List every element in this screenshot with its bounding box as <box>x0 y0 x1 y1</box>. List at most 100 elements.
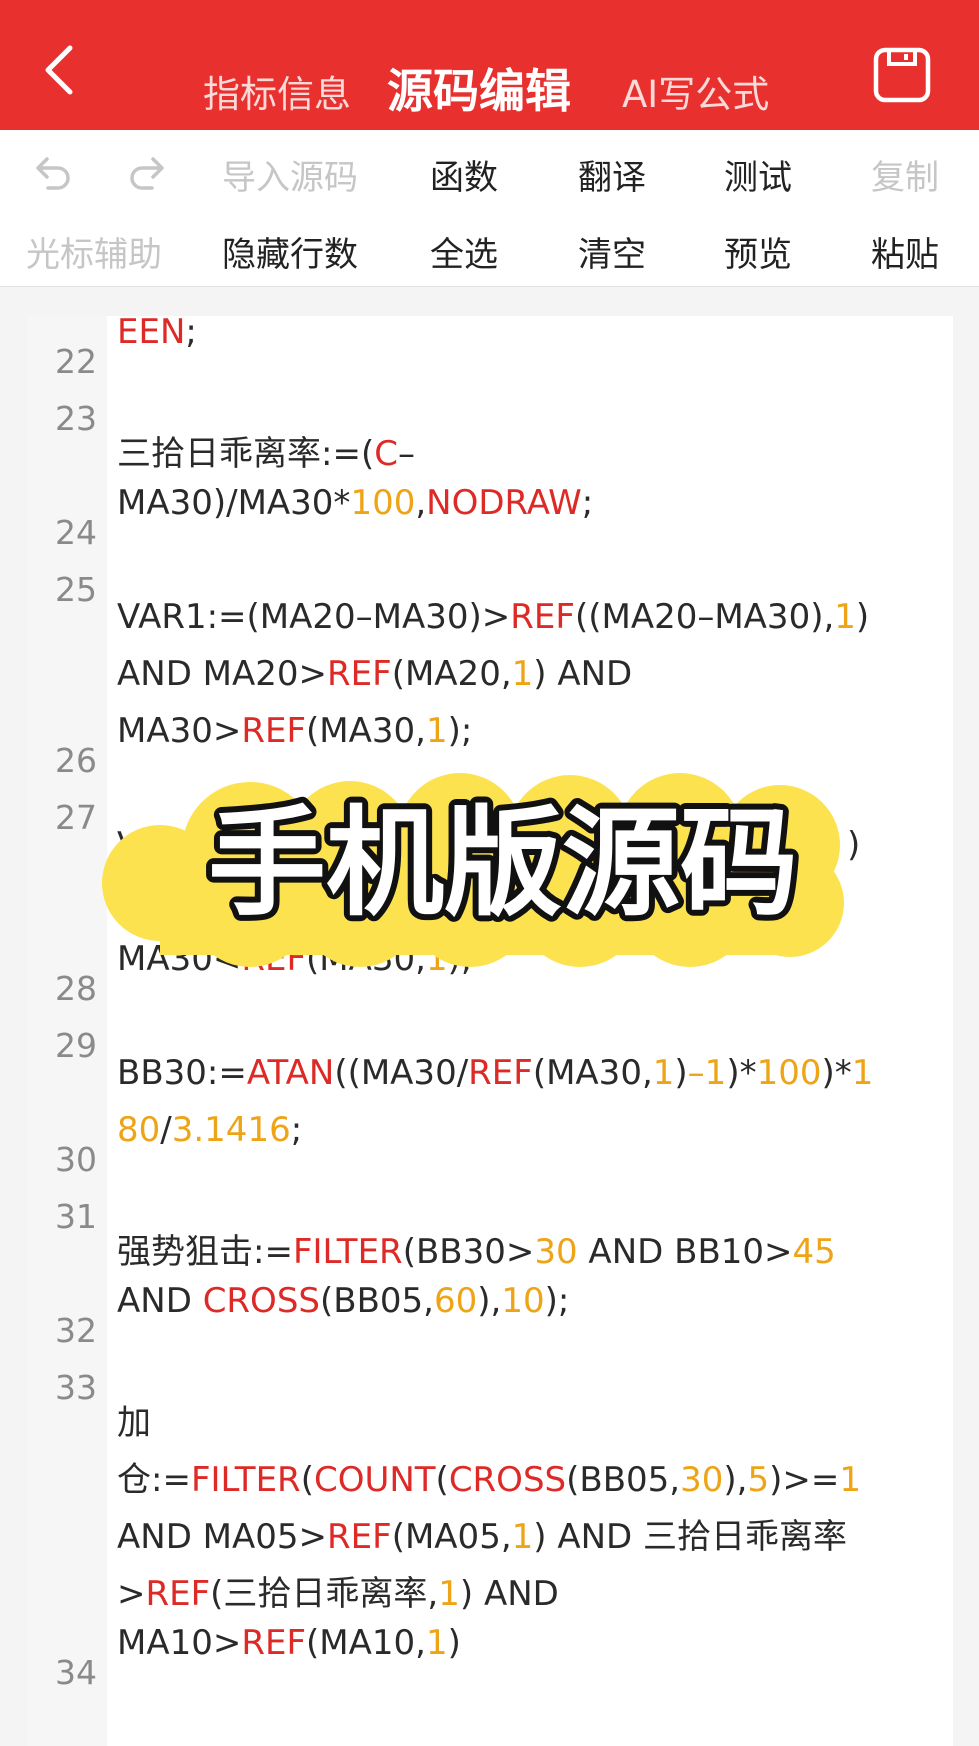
clear-button[interactable]: 清空 <box>578 227 646 276</box>
code-text: AND MA20> <box>117 654 328 694</box>
code-text: AND <box>117 1281 203 1321</box>
code-keyword: CROSS <box>448 1460 567 1500</box>
line-number: 31 <box>55 1197 97 1236</box>
header-bar: 指标信息 源码编辑 AI写公式 <box>0 0 979 130</box>
code-number: 5 <box>747 1460 770 1500</box>
code-editor[interactable]: 22 23 24 25 26 27 28 29 30 31 32 33 34 E… <box>27 312 953 1746</box>
code-text: ) <box>674 1053 688 1093</box>
code-line: 加 <box>117 1395 151 1444</box>
translate-button[interactable]: 翻译 <box>578 150 646 199</box>
code-text: MA30> <box>117 711 242 751</box>
code-line: 强势狙击:=FILTER(BB30>30 AND BB10>45 <box>117 1224 836 1273</box>
code-text: (BB05, <box>566 1460 681 1500</box>
code-text: ; <box>290 1110 303 1150</box>
undo-icon[interactable] <box>30 152 74 192</box>
code-keyword: FILTER <box>190 1460 301 1500</box>
code-line: 仓:=FILTER(COUNT(CROSS(BB05,30),5)>=1 <box>117 1452 861 1501</box>
code-text: ) <box>855 597 870 637</box>
code-text: VAR1:=(MA20–MA30)> <box>117 597 511 637</box>
code-text: (MA10, <box>306 1623 426 1663</box>
code-text: )* <box>821 1053 852 1093</box>
test-button[interactable]: 测试 <box>724 150 792 199</box>
line-number: 25 <box>55 570 97 609</box>
line-number: 32 <box>55 1311 97 1350</box>
line-number: 30 <box>55 1140 97 1179</box>
code-text: BB30:= <box>117 1053 247 1093</box>
code-line: >REF(三拾日乖离率,1) AND <box>117 1566 559 1615</box>
editor-toolbar: 导入源码 函数 翻译 测试 复制 光标辅助 隐藏行数 全选 清空 预览 粘贴 <box>0 130 979 287</box>
functions-button[interactable]: 函数 <box>430 150 498 199</box>
code-text: (BB05, <box>319 1281 434 1321</box>
code-line: MA10>REF(MA10,1) <box>117 1623 461 1663</box>
code-text: / <box>160 1110 172 1150</box>
copy-button[interactable]: 复制 <box>871 150 939 199</box>
tab-source-edit[interactable]: 源码编辑 <box>387 55 571 121</box>
code-line: MA30>REF(MA30,1); <box>117 711 472 751</box>
line-number: 28 <box>55 969 97 1008</box>
line-number: 23 <box>55 399 97 438</box>
code-line: VAR1:=(MA20–MA30)>REF((MA20–MA30),1) <box>117 597 869 637</box>
line-number: 29 <box>55 1026 97 1065</box>
code-text: 仓:= <box>117 1460 191 1500</box>
cursor-assist-button[interactable]: 光标辅助 <box>26 227 162 276</box>
select-all-button[interactable]: 全选 <box>430 227 498 276</box>
overlay-title-text: 手机版源码 <box>208 794 798 932</box>
code-line: EEN; <box>117 312 197 352</box>
hide-line-numbers-button[interactable]: 隐藏行数 <box>222 227 358 276</box>
line-number: 26 <box>55 741 97 780</box>
import-source-button[interactable]: 导入源码 <box>222 150 358 199</box>
code-keyword: REF <box>241 711 307 751</box>
code-keyword: NODRAW <box>426 483 582 523</box>
code-line: AND CROSS(BB05,60),10); <box>117 1281 569 1321</box>
code-text: (MA05, <box>391 1517 512 1557</box>
code-number: 1 <box>425 711 448 751</box>
code-text: MA30)/MA30* <box>117 483 351 523</box>
code-text: 强势狙击:= <box>117 1232 293 1272</box>
code-text: ((MA20–MA30), <box>574 597 835 637</box>
code-keyword: REF <box>510 597 575 637</box>
code-keyword: FILTER <box>292 1232 403 1272</box>
code-text: ), <box>723 1460 748 1500</box>
code-text: > <box>117 1574 146 1614</box>
line-number: 27 <box>55 798 97 837</box>
code-keyword: CROSS <box>202 1281 320 1321</box>
code-text: ); <box>544 1281 570 1321</box>
code-text: 加 <box>117 1403 151 1443</box>
code-number: 1 <box>511 1517 534 1557</box>
code-number: 1 <box>834 597 856 637</box>
code-number: 80 <box>117 1110 161 1150</box>
code-text: 三拾日乖离率:=( <box>117 434 375 474</box>
code-text: ), <box>477 1281 502 1321</box>
redo-icon[interactable] <box>126 152 170 192</box>
code-text: (MA30, <box>532 1053 653 1093</box>
code-line: AND MA05>REF(MA05,1) AND 三拾日乖离率 <box>117 1509 847 1558</box>
code-text: ) AND <box>533 654 633 694</box>
line-number: 33 <box>55 1368 97 1407</box>
save-icon[interactable] <box>872 46 932 104</box>
tab-ai-formula[interactable]: AI写公式 <box>622 64 769 118</box>
code-number: 1 <box>851 1053 874 1093</box>
code-number: 1 <box>652 1053 675 1093</box>
code-number: –1 <box>687 1053 727 1093</box>
code-text: ); <box>447 711 473 751</box>
back-arrow-icon[interactable] <box>30 40 90 100</box>
code-line: MA30)/MA30*100,NODRAW; <box>117 483 593 523</box>
code-text: – <box>397 434 415 474</box>
code-keyword: REF <box>327 1517 392 1557</box>
code-number: 30 <box>534 1232 578 1272</box>
code-text: (BB30> <box>402 1232 535 1272</box>
tab-indicator-info[interactable]: 指标信息 <box>203 64 351 118</box>
overlay-title: 手机版源码 手机版源码 <box>202 788 804 938</box>
code-keyword: COUNT <box>313 1460 436 1500</box>
code-text: , <box>415 483 427 523</box>
code-line: BB30:=ATAN((MA30/REF(MA30,1)–1)*100)*1 <box>117 1053 873 1093</box>
code-keyword: C <box>374 434 398 474</box>
code-number: 30 <box>680 1460 724 1500</box>
line-number: 22 <box>55 342 97 381</box>
code-text: AND MA05> <box>117 1517 328 1557</box>
preview-button[interactable]: 预览 <box>724 227 792 276</box>
code-text: MA10> <box>117 1623 242 1663</box>
code-keyword: ATAN <box>246 1053 335 1093</box>
code-keyword: EEN <box>117 312 186 352</box>
paste-button[interactable]: 粘贴 <box>871 227 939 276</box>
